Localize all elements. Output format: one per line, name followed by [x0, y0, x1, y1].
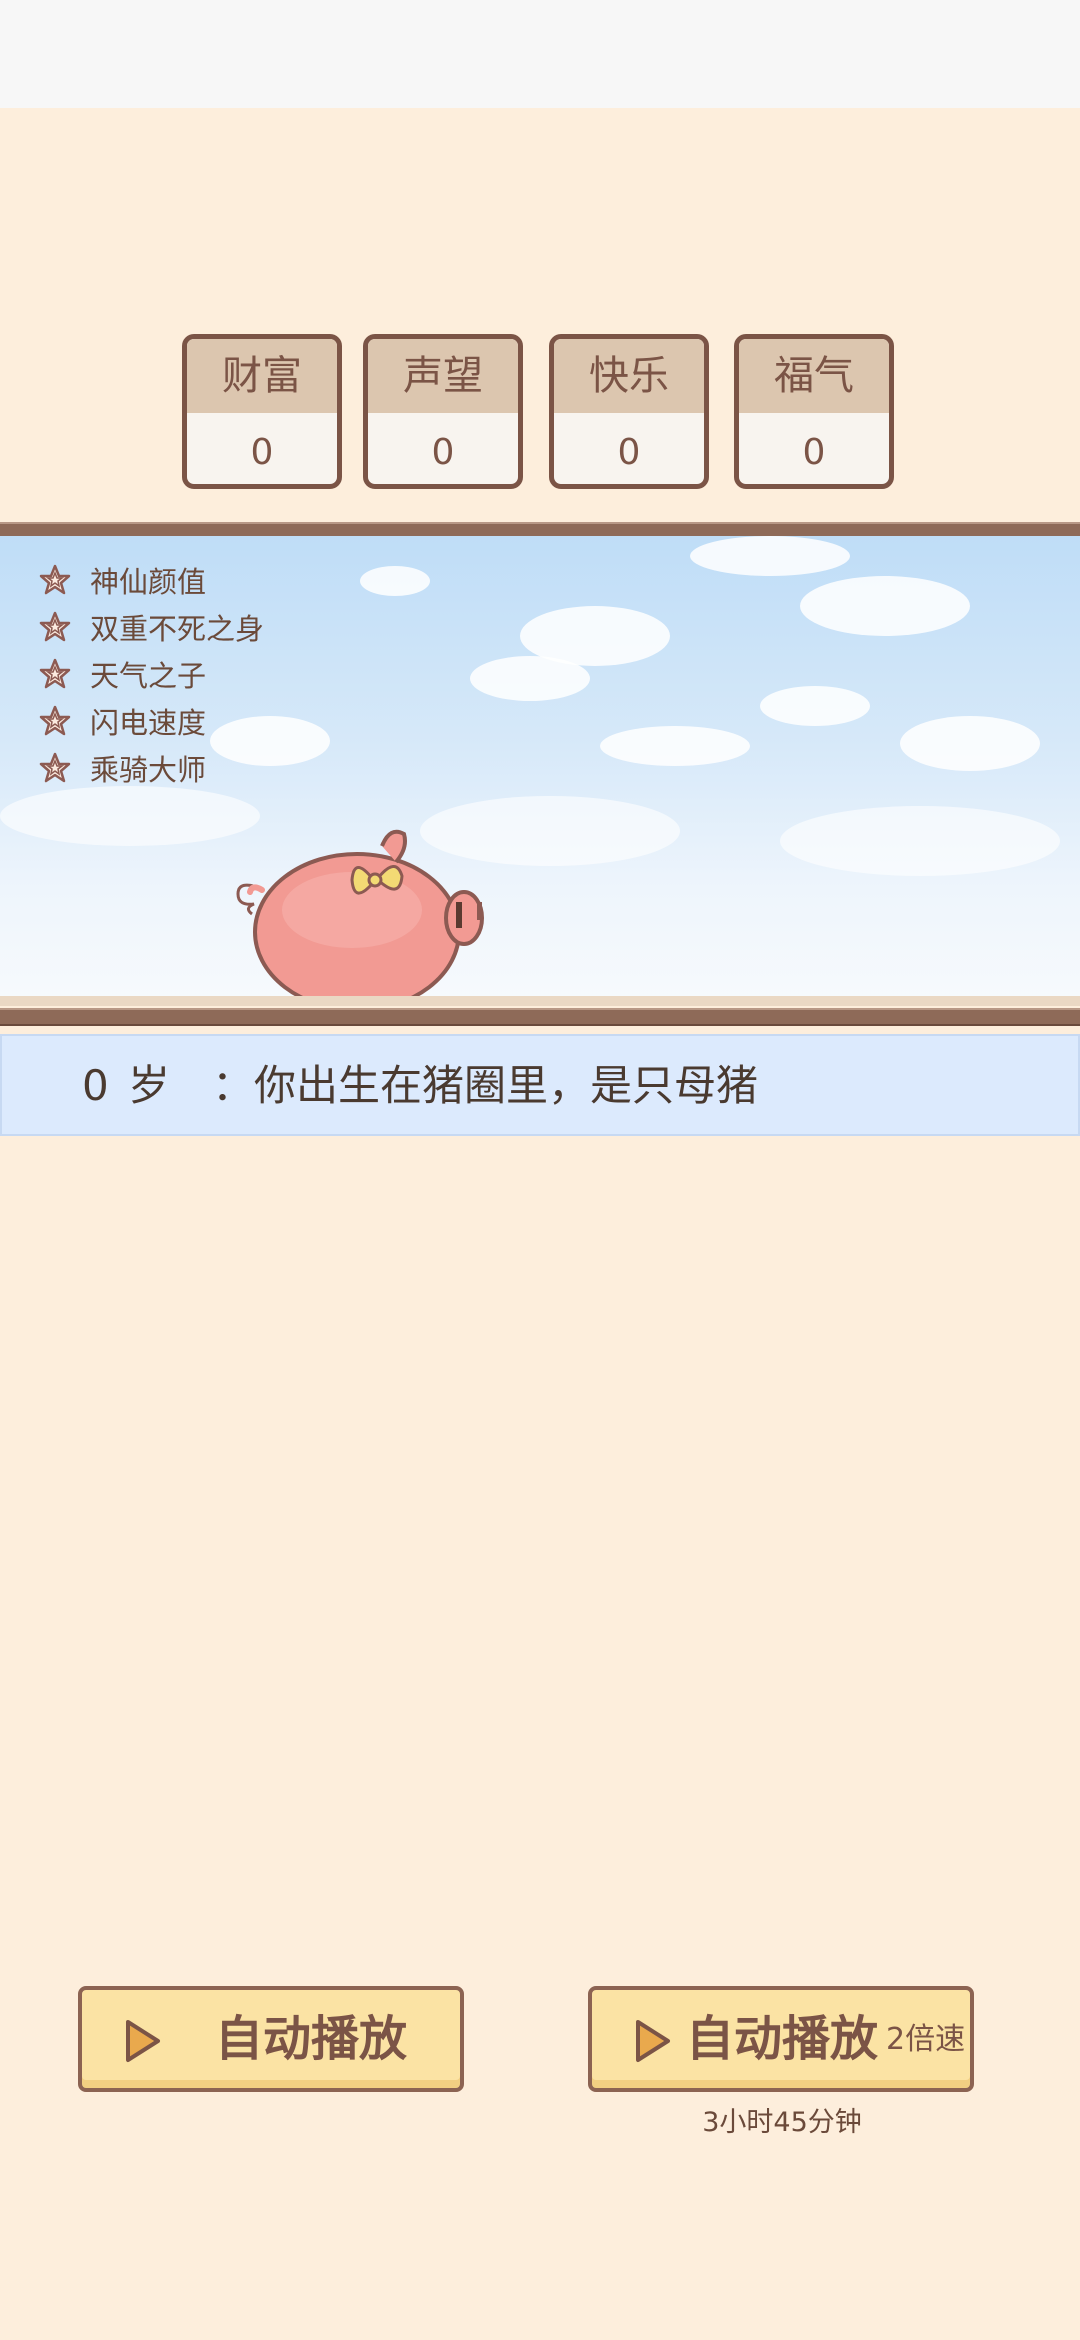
stats-row: 财富 0 声望 0 快乐 0 福气 0: [0, 334, 1080, 494]
cloud: [690, 536, 850, 576]
star-outline-icon: [39, 611, 71, 641]
cloud: [470, 656, 590, 701]
trait-label: 乘骑大师: [90, 752, 207, 787]
cloud: [780, 806, 1060, 876]
trait-label: 双重不死之身: [90, 611, 265, 646]
autoplay-button[interactable]: 自动播放: [78, 1986, 464, 2092]
stat-value: 0: [250, 432, 274, 473]
trait-item: 闪电速度: [38, 697, 264, 744]
autoplay-label: 自动播放: [215, 2011, 408, 2067]
ground: [0, 996, 1080, 1006]
traits-list: 神仙颜值 双重不死之身 天气之子 闪电速度 乘骑大师: [38, 556, 264, 791]
cloud: [600, 726, 750, 766]
stat-fortune: 福气 0: [734, 334, 894, 489]
stat-label: 财富: [187, 339, 337, 413]
star-outline-icon: [39, 658, 71, 688]
trait-label: 闪电速度: [90, 705, 207, 740]
stat-value: 0: [617, 432, 641, 473]
bottom-rail: [0, 1008, 1080, 1026]
cloud: [760, 686, 870, 726]
trait-item: 神仙颜值: [38, 556, 264, 603]
trait-item: 乘骑大师: [38, 744, 264, 791]
trait-item: 双重不死之身: [38, 603, 264, 650]
play-icon: [126, 2020, 160, 2062]
cloud: [800, 576, 970, 636]
star-outline-icon: [39, 705, 71, 735]
event-text: ：你出生在猪圈里，是只母猪: [212, 1061, 759, 1110]
stat-reputation: 声望 0: [363, 334, 523, 489]
stat-wealth: 财富 0: [182, 334, 342, 489]
cloud: [360, 566, 430, 596]
event-age-unit: 岁: [128, 1061, 171, 1110]
stat-value: 0: [431, 432, 455, 473]
trait-label: 神仙颜值: [90, 564, 207, 599]
stat-label: 声望: [368, 339, 518, 413]
cloud: [0, 786, 260, 846]
event-log-entry: 0 岁 ：你出生在猪圈里，是只母猪: [0, 1034, 1080, 1136]
stat-label: 快乐: [554, 339, 704, 413]
speed-badge: 2倍速: [886, 2022, 966, 2057]
star-outline-icon: [39, 752, 71, 782]
play-icon: [636, 2020, 670, 2062]
trait-item: 天气之子: [38, 650, 264, 697]
cloud: [900, 716, 1040, 771]
stat-label: 福气: [739, 339, 889, 413]
autoplay-2x-label: 自动播放: [686, 2011, 879, 2067]
stat-happiness: 快乐 0: [549, 334, 709, 489]
autoplay-2x-timer: 3小时45分钟: [702, 2107, 862, 2138]
star-outline-icon: [39, 564, 71, 594]
status-bar: [0, 0, 1080, 108]
trait-label: 天气之子: [90, 658, 207, 693]
stat-value: 0: [802, 432, 826, 473]
pig-icon: [236, 829, 484, 1006]
event-age: 0: [82, 1061, 109, 1110]
autoplay-2x-button[interactable]: 自动播放 2倍速: [588, 1986, 974, 2092]
